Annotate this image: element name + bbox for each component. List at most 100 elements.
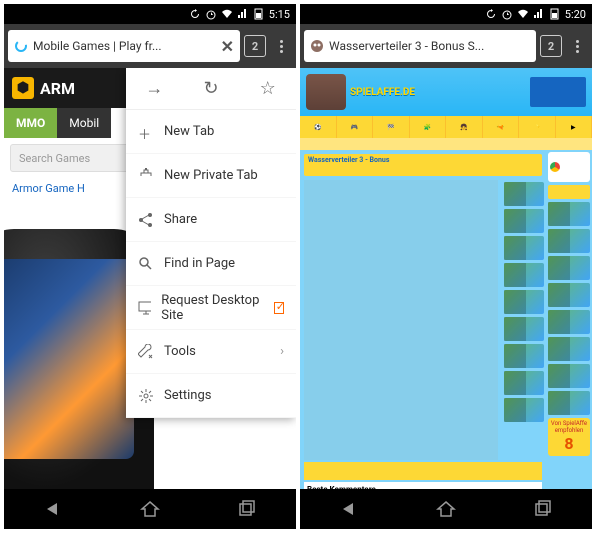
menu-label: Request Desktop Site [161,293,263,323]
nav-item[interactable]: ▶ [556,116,593,138]
site-logo[interactable]: SPIELAFFE.DE [350,87,415,98]
share-icon [138,212,154,228]
clock: 5:20 [565,8,586,21]
comments-section: Beste Kommentare [304,482,542,489]
game-title-bar: Wasserverteiler 3 - Bonus [304,154,542,176]
game-thumb[interactable] [548,229,590,253]
android-navbar [4,489,296,529]
desktop-icon [138,300,151,316]
menu-button[interactable] [270,40,292,53]
home-button[interactable] [436,499,456,519]
game-canvas[interactable] [304,180,498,460]
game-thumb[interactable] [504,398,544,422]
loading-spinner-icon [14,39,28,53]
header-promo[interactable] [530,77,586,107]
battery-icon [253,8,265,20]
game-thumb[interactable] [548,364,590,388]
game-thumb[interactable] [548,283,590,307]
battery-icon [549,8,561,20]
related-games [502,180,546,460]
game-thumb[interactable] [504,209,544,233]
wifi-icon [221,8,233,20]
tab-count-button[interactable]: 2 [244,35,266,57]
reload-button[interactable]: ↻ [183,68,240,109]
nav-item-mobile[interactable]: Mobil [57,108,111,138]
game-thumb[interactable] [504,236,544,260]
page-title: Mobile Games | Play fr... [33,39,216,53]
favicon-icon [310,39,324,53]
tab-count-button[interactable]: 2 [540,35,562,57]
private-icon [138,168,154,184]
url-bar[interactable]: Wasserverteiler 3 - Bonus S... [304,30,536,62]
nav-item[interactable]: 🔫 [483,116,520,138]
recents-button[interactable] [237,499,257,519]
sidebar-promo[interactable]: Von SpielAffe empfohlen 8 [548,418,590,456]
sidebar-heading [548,185,590,199]
phone-right: 5:20 Wasserverteiler 3 - Bonus S... 2 SP… [300,4,592,529]
game-thumb[interactable] [504,290,544,314]
game-thumb[interactable] [548,391,590,415]
overflow-menu: → ↻ ☆ ＋ New Tab New Private Tab Share Fi… [126,68,296,418]
page-content: SPIELAFFE.DE ⚽🎮🏁🧩👧🔫⭐▶ Wasserverteiler 3 … [300,68,592,489]
game-thumb[interactable] [504,263,544,287]
promo-text: Von SpielAffe empfohlen [550,420,588,434]
sub-nav [300,138,592,150]
rotate-icon [485,8,497,20]
game-thumb[interactable] [548,337,590,361]
chevron-right-icon: › [280,344,284,359]
menu-label: Tools [164,344,196,359]
menu-share[interactable]: Share [126,198,296,242]
game-footer-bar [304,462,542,480]
menu-tools[interactable]: Tools › [126,330,296,374]
menu-label: Share [164,212,197,227]
sidebar: Von SpielAffe empfohlen 8 [546,150,592,489]
menu-new-private-tab[interactable]: New Private Tab [126,154,296,198]
url-bar[interactable]: Mobile Games | Play fr... ✕ [8,30,240,62]
game-thumb[interactable] [548,310,590,334]
game-thumb[interactable] [504,182,544,206]
forward-button[interactable]: → [126,68,183,109]
menu-label: New Private Tab [164,168,258,183]
menu-button[interactable] [566,40,588,53]
wifi-icon [517,8,529,20]
nav-item[interactable]: 🧩 [410,116,447,138]
armor-logo-icon: ⬢ [12,77,34,99]
page-title: Wasserverteiler 3 - Bonus S... [329,39,530,53]
game-thumb[interactable] [548,256,590,280]
game-thumb[interactable] [548,202,590,226]
bookmark-button[interactable]: ☆ [239,68,296,109]
menu-new-tab[interactable]: ＋ New Tab [126,110,296,154]
alarm-icon [205,8,217,20]
game-thumb[interactable] [504,344,544,368]
stop-icon[interactable]: ✕ [221,37,234,56]
status-bar: 5:15 [4,4,296,24]
nav-item[interactable]: ⭐ [519,116,556,138]
game-title: Wasserverteiler 3 - Bonus [308,156,389,164]
nav-item[interactable]: ⚽ [300,116,337,138]
game-thumb[interactable] [504,371,544,395]
chrome-icon [550,162,560,172]
game-thumb[interactable] [504,317,544,341]
nav-item[interactable]: 🏁 [373,116,410,138]
tools-icon [138,344,154,360]
back-button[interactable] [339,499,359,519]
menu-find-in-page[interactable]: Find in Page [126,242,296,286]
plus-icon: ＋ [138,124,154,140]
page-content: ⬢ ARM MMO Mobil Search Games Armor Game … [4,68,296,489]
checkbox-checked-icon [274,302,284,314]
home-button[interactable] [140,499,160,519]
mascot-icon [306,74,346,110]
menu-request-desktop[interactable]: Request Desktop Site [126,286,296,330]
site-header: SPIELAFFE.DE [300,68,592,116]
rotate-icon [189,8,201,20]
nav-item[interactable]: 🎮 [337,116,374,138]
brand-text: ARM [40,79,75,98]
nav-item[interactable]: 👧 [446,116,483,138]
category-nav: ⚽🎮🏁🧩👧🔫⭐▶ [300,116,592,138]
recents-button[interactable] [533,499,553,519]
back-button[interactable] [43,499,63,519]
chrome-promo[interactable] [548,152,590,182]
signal-icon [237,8,249,20]
menu-settings[interactable]: Settings [126,374,296,418]
nav-item-mmo[interactable]: MMO [4,108,57,138]
